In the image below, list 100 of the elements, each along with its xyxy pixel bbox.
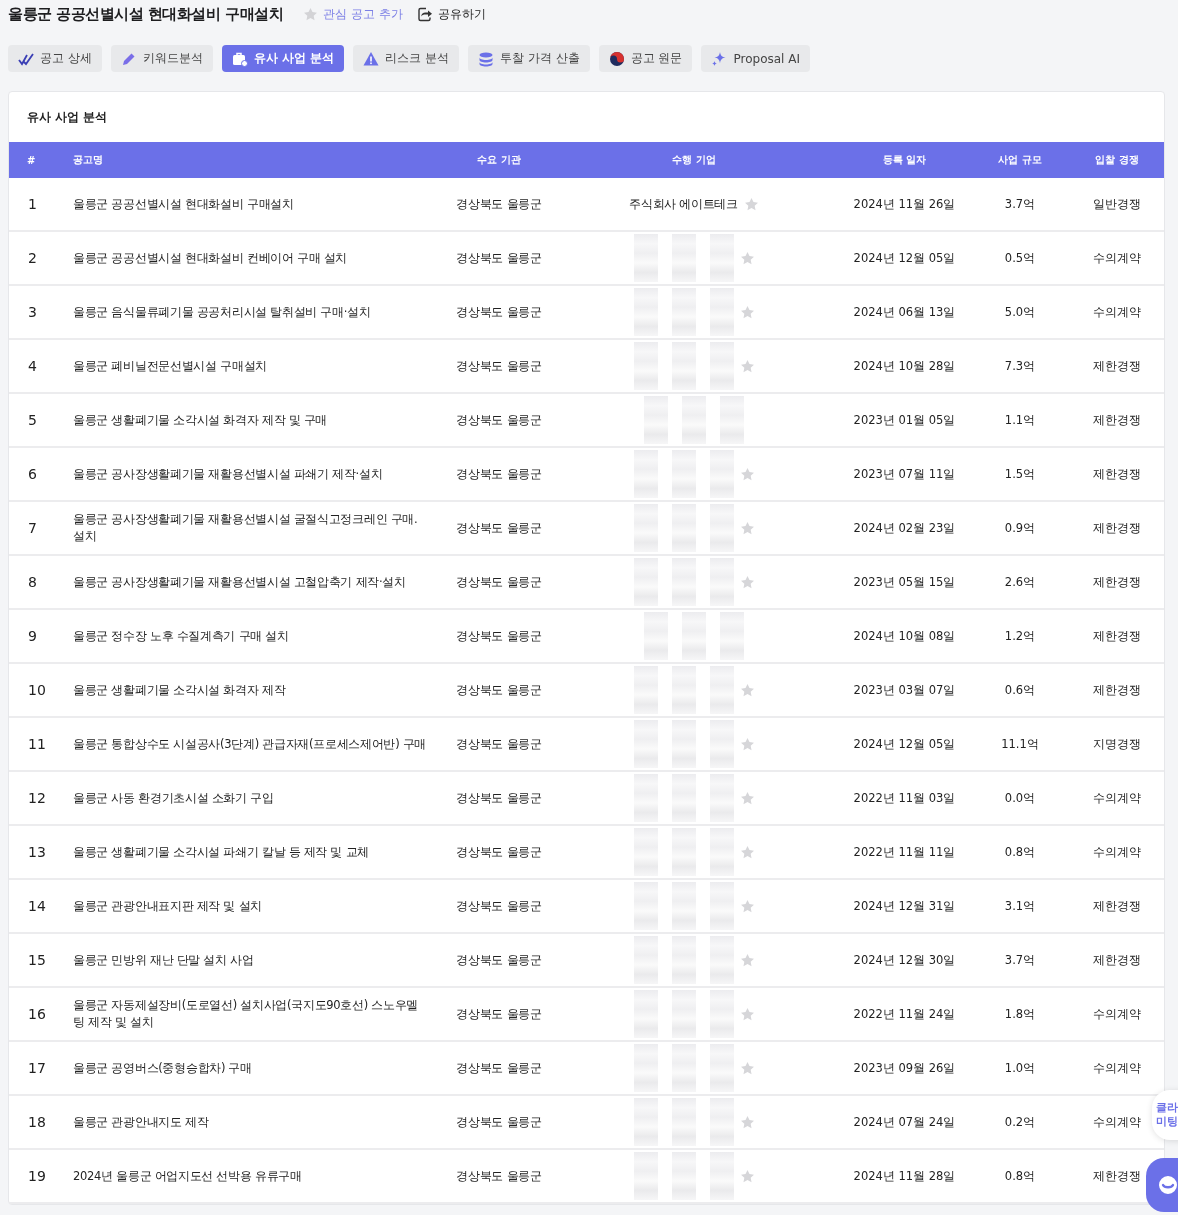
table-cell: 3.7억 bbox=[1004, 952, 1036, 968]
favorite-button[interactable] bbox=[739, 952, 755, 968]
table-cell: 제한경쟁 bbox=[1093, 1168, 1141, 1184]
table-cell: 제한경쟁 bbox=[1093, 898, 1141, 914]
tab[interactable]: 투찰 가격 산출 bbox=[468, 45, 590, 72]
star-icon bbox=[743, 196, 759, 212]
table-cell: 2023년 01월 05일 bbox=[853, 412, 956, 428]
table-cell: 7.3억 bbox=[1004, 358, 1036, 374]
table-cell: 2023년 03월 07일 bbox=[853, 682, 956, 698]
column-header: # bbox=[26, 154, 37, 166]
briefcase-icon bbox=[231, 50, 248, 67]
row-number: 2 bbox=[27, 250, 38, 266]
table-cell: 경상북도 울릉군 bbox=[456, 520, 542, 536]
table-cell: 2024년 12월 05일 bbox=[853, 736, 956, 752]
table-cell: 경상북도 울릉군 bbox=[456, 196, 542, 212]
favorite-button[interactable] bbox=[739, 466, 755, 482]
meeting-button[interactable]: 클라 미팅 bbox=[1152, 1090, 1178, 1140]
table-cell: 제한경쟁 bbox=[1093, 412, 1141, 428]
favorite-button[interactable] bbox=[739, 358, 755, 374]
table-cell: 1.1억 bbox=[1004, 412, 1036, 428]
tab[interactable]: 공고 상세 bbox=[8, 45, 102, 72]
favorite-button[interactable] bbox=[739, 1168, 755, 1184]
star-icon bbox=[739, 682, 755, 698]
tab[interactable]: 유사 사업 분석 bbox=[221, 45, 345, 72]
table-cell: 2024년 07월 24일 bbox=[853, 1114, 956, 1130]
share-button[interactable]: 공유하기 bbox=[416, 5, 486, 23]
tab[interactable]: 리스크 분석 bbox=[353, 45, 459, 72]
table-cell: 2023년 09월 26일 bbox=[853, 1060, 956, 1076]
favorite-button[interactable] bbox=[739, 1006, 755, 1022]
coins-icon bbox=[478, 50, 494, 67]
row-number: 13 bbox=[27, 844, 47, 860]
table-cell: 경상북도 울릉군 bbox=[456, 358, 542, 374]
table-cell: 2024년 10월 28일 bbox=[853, 358, 956, 374]
star-icon bbox=[739, 358, 755, 374]
star-icon bbox=[739, 250, 755, 266]
table-cell: 0.9억 bbox=[1004, 520, 1036, 536]
row-number: 7 bbox=[27, 520, 38, 536]
column-header: 등록 일자 bbox=[881, 153, 928, 167]
table-cell: 제한경쟁 bbox=[1093, 358, 1141, 374]
notice-title: 울릉군 관광안내지도 제작 bbox=[72, 1113, 210, 1131]
row-number: 10 bbox=[27, 682, 47, 698]
table-cell: 2024년 02월 23일 bbox=[853, 520, 956, 536]
star-icon bbox=[739, 898, 755, 914]
favorite-button[interactable] bbox=[739, 250, 755, 266]
table-cell: 제한경쟁 bbox=[1093, 520, 1141, 536]
row-number: 8 bbox=[27, 574, 38, 590]
star-icon bbox=[739, 1114, 755, 1130]
favorite-button[interactable] bbox=[743, 196, 759, 212]
star-icon bbox=[739, 1060, 755, 1076]
table-cell: 2023년 05월 15일 bbox=[853, 574, 956, 590]
table-cell: 수의계약 bbox=[1093, 1006, 1141, 1022]
table-cell: 제한경쟁 bbox=[1093, 574, 1141, 590]
star-icon bbox=[739, 304, 755, 320]
panel-title: 유사 사업 분석 bbox=[27, 108, 108, 126]
row-number: 16 bbox=[27, 1006, 47, 1022]
table-cell: 2024년 11월 26일 bbox=[853, 196, 956, 212]
favorite-button[interactable] bbox=[739, 898, 755, 914]
row-number: 15 bbox=[27, 952, 47, 968]
table-cell: 수의계약 bbox=[1093, 1060, 1141, 1076]
favorite-button[interactable] bbox=[739, 1114, 755, 1130]
column-header: 입찰 경쟁 bbox=[1094, 153, 1140, 167]
table-cell: 경상북도 울릉군 bbox=[456, 1060, 542, 1076]
notice-title: 울릉군 통합상수도 시설공사(3단계) 관급자재(프로세스제어반) 구매 bbox=[72, 735, 428, 753]
table-cell: 1.5억 bbox=[1004, 466, 1036, 482]
table-cell: 경상북도 울릉군 bbox=[456, 736, 542, 752]
table-cell: 2024년 10월 08일 bbox=[853, 628, 956, 644]
notice-title: 울릉군 자동제설장비(도로열선) 설치사업(국지도90호선) 스노우멜팅 제작 및 설치 bbox=[72, 997, 420, 1031]
column-header: 수행 기업 bbox=[671, 153, 717, 167]
row-number: 4 bbox=[27, 358, 38, 374]
notice-title: 울릉군 공사장생활폐기물 재활용선별시설 고철압축기 제작·설치 bbox=[72, 573, 407, 591]
star-icon bbox=[739, 790, 755, 806]
column-header: 사업 규모 bbox=[997, 153, 1043, 167]
table-cell: 지명경쟁 bbox=[1093, 736, 1141, 752]
notice-title: 울릉군 생활폐기물 소각시설 화격자 제작 및 구매 bbox=[72, 411, 329, 429]
table-cell: 경상북도 울릉군 bbox=[456, 628, 542, 644]
notice-title: 울릉군 정수장 노후 수질계측기 구매 설치 bbox=[72, 627, 290, 645]
meeting-label: 클라 bbox=[1156, 1100, 1178, 1115]
star-icon bbox=[739, 844, 755, 860]
table-cell: 제한경쟁 bbox=[1093, 682, 1141, 698]
table-cell: 1.8억 bbox=[1004, 1006, 1036, 1022]
table-cell: 경상북도 울릉군 bbox=[456, 844, 542, 860]
table-cell: 2024년 12월 05일 bbox=[853, 250, 956, 266]
table-cell: 수의계약 bbox=[1093, 790, 1141, 806]
table-cell: 2024년 06월 13일 bbox=[853, 304, 956, 320]
favorite-button[interactable] bbox=[739, 790, 755, 806]
tab[interactable]: 공고 원문 bbox=[598, 45, 693, 72]
favorite-button[interactable] bbox=[739, 682, 755, 698]
table-cell: 2024년 12월 31일 bbox=[853, 898, 956, 914]
tab[interactable]: 키워드분석 bbox=[110, 45, 213, 72]
favorite-button[interactable] bbox=[739, 304, 755, 320]
favorite-button[interactable] bbox=[739, 1060, 755, 1076]
table-cell: 수의계약 bbox=[1093, 1114, 1141, 1130]
tab[interactable]: Proposal AI bbox=[701, 45, 810, 72]
favorite-button[interactable] bbox=[739, 844, 755, 860]
table-cell: 2024년 11월 28일 bbox=[853, 1168, 956, 1184]
favorite-button[interactable] bbox=[739, 520, 755, 536]
company-name: 주식회사 에이트테크 bbox=[629, 196, 738, 212]
favorite-button[interactable] bbox=[739, 574, 755, 590]
table-cell: 경상북도 울릉군 bbox=[456, 790, 542, 806]
favorite-button[interactable] bbox=[739, 736, 755, 752]
